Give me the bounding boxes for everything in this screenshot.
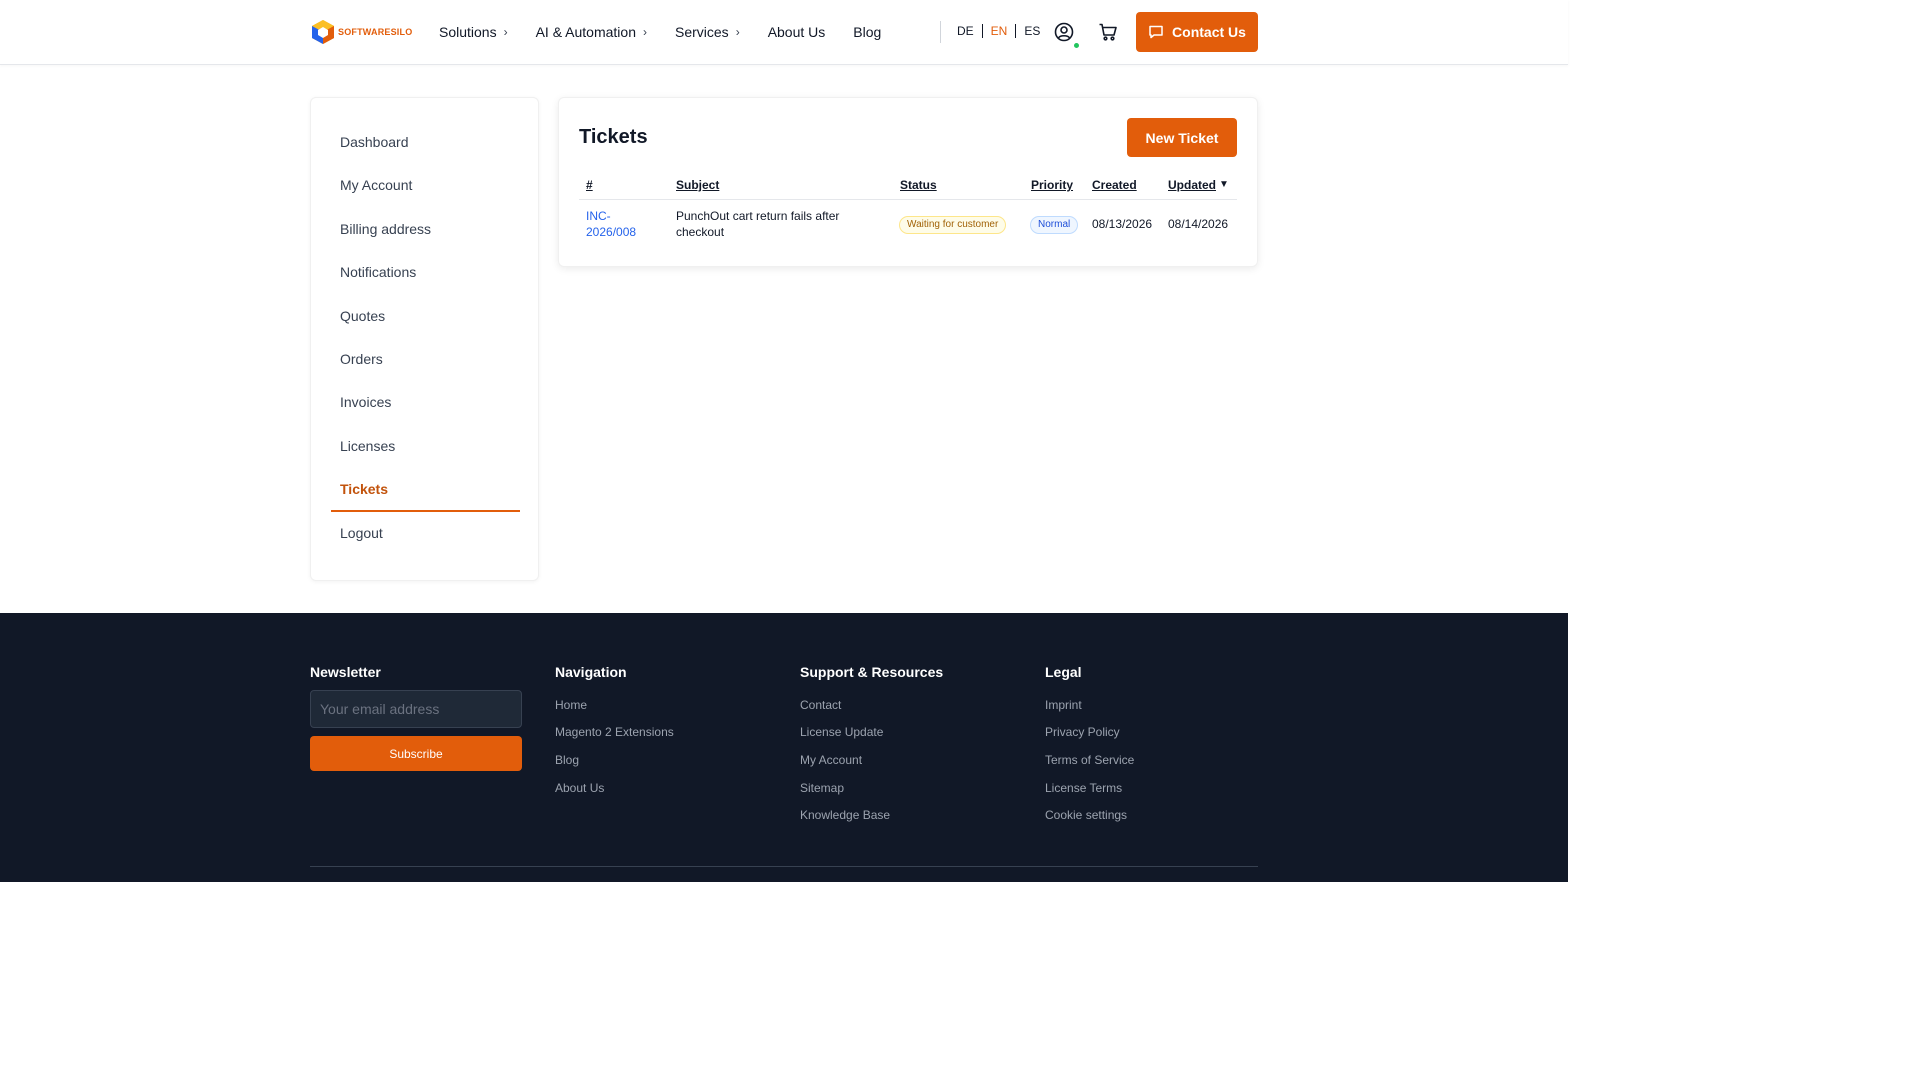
lang-separator: [981, 24, 983, 38]
logo-mark-icon: [312, 20, 334, 44]
newsletter-email-input[interactable]: [310, 690, 522, 728]
column-header-subject[interactable]: Subject: [676, 178, 719, 192]
tickets-card: Tickets New Ticket # Subject Status Prio…: [558, 97, 1258, 267]
nav-blog[interactable]: Blog: [853, 24, 881, 40]
footer-link-blog[interactable]: Blog: [555, 753, 579, 767]
nav-about-us[interactable]: About Us: [768, 24, 826, 40]
ticket-subject-line: PunchOut cart return fails after: [676, 209, 840, 223]
logo[interactable]: SOFTWARESILO: [311, 19, 412, 45]
footer-divider: [310, 866, 1258, 867]
table-header: # Subject Status Priority Created Update…: [579, 176, 1237, 200]
status-badge: Waiting for customer: [899, 216, 1007, 234]
nav-label: Blog: [853, 24, 882, 40]
footer-link-magento-extensions[interactable]: Magento 2 Extensions: [555, 725, 674, 739]
online-status-dot: [1073, 42, 1080, 49]
new-ticket-button[interactable]: New Ticket: [1127, 118, 1237, 157]
sidebar-item-notifications[interactable]: Notifications: [331, 251, 520, 294]
nav-ai-automation[interactable]: AI & Automation ›: [536, 24, 647, 40]
main-nav: Solutions › AI & Automation › Services ›…: [439, 0, 909, 64]
nav-label: Services: [675, 24, 729, 40]
table-row: INC- 2026/008 PunchOut cart return fails…: [579, 201, 1237, 247]
ticket-id-line: INC-: [586, 209, 611, 223]
footer-link-about-us[interactable]: About Us: [555, 781, 604, 795]
footer-link-my-account[interactable]: My Account: [800, 753, 862, 767]
ticket-id-line: 2026/008: [586, 225, 637, 239]
column-header-updated[interactable]: Updated: [1168, 178, 1216, 192]
column-header-number[interactable]: #: [586, 178, 593, 192]
logo-text: SOFTWARESILO: [338, 27, 413, 37]
account-sidebar: Dashboard My Account Billing address Not…: [310, 97, 539, 581]
sidebar-item-invoices[interactable]: Invoices: [331, 381, 520, 424]
footer-legal-title: Legal: [1045, 664, 1082, 680]
nav-services[interactable]: Services ›: [675, 24, 740, 40]
lang-de[interactable]: DE: [957, 24, 974, 38]
nav-label: About Us: [767, 24, 826, 40]
chevron-right-icon: ›: [643, 25, 647, 39]
sidebar-item-billing-address[interactable]: Billing address: [331, 208, 520, 251]
footer-link-imprint[interactable]: Imprint: [1045, 698, 1082, 712]
ticket-updated-date: 08/14/2026: [1168, 217, 1229, 231]
nav-divider: [940, 21, 941, 43]
chevron-right-icon: ›: [735, 25, 740, 39]
language-switcher: DE EN ES: [957, 24, 1040, 38]
ticket-id-link[interactable]: INC- 2026/008: [586, 208, 636, 240]
footer-link-cookie-settings[interactable]: Cookie settings: [1045, 808, 1127, 822]
lang-es[interactable]: ES: [1024, 24, 1040, 38]
footer-link-privacy-policy[interactable]: Privacy Policy: [1045, 725, 1120, 739]
contact-us-label: Contact Us: [1172, 24, 1246, 40]
page-title: Tickets: [579, 126, 648, 148]
contact-us-button[interactable]: Contact Us: [1136, 12, 1258, 52]
ticket-subject: PunchOut cart return fails after checkou…: [676, 208, 839, 240]
sidebar-item-dashboard[interactable]: Dashboard: [331, 121, 520, 164]
column-header-priority[interactable]: Priority: [1031, 178, 1073, 192]
footer-link-license-update[interactable]: License Update: [800, 725, 883, 739]
sidebar-item-tickets[interactable]: Tickets: [331, 468, 520, 512]
footer-link-sitemap[interactable]: Sitemap: [800, 781, 844, 795]
footer-link-license-terms[interactable]: License Terms: [1045, 781, 1122, 795]
sidebar-item-quotes[interactable]: Quotes: [331, 295, 520, 338]
nav-label: Solutions: [439, 24, 497, 40]
site-header: SOFTWARESILO Solutions › AI & Automation…: [0, 0, 1568, 65]
footer-link-knowledge-base[interactable]: Knowledge Base: [800, 808, 890, 822]
sidebar-item-orders[interactable]: Orders: [331, 338, 520, 381]
chat-bubble-icon: [1149, 25, 1163, 39]
site-footer: Newsletter Subscribe Navigation Home Mag…: [0, 613, 1568, 882]
sidebar-item-logout[interactable]: Logout: [331, 512, 520, 555]
chevron-right-icon: ›: [503, 25, 508, 39]
lang-en[interactable]: EN: [991, 24, 1008, 38]
ticket-created-date: 08/13/2026: [1092, 217, 1153, 231]
lang-separator: [1015, 24, 1017, 38]
nav-label: AI & Automation: [535, 24, 636, 40]
footer-link-terms-of-service[interactable]: Terms of Service: [1045, 753, 1134, 767]
column-header-status[interactable]: Status: [900, 178, 937, 192]
subscribe-button[interactable]: Subscribe: [310, 736, 522, 771]
user-circle-icon[interactable]: [1054, 22, 1074, 42]
sidebar-item-licenses[interactable]: Licenses: [331, 425, 520, 468]
cart-icon[interactable]: [1098, 22, 1118, 42]
nav-solutions[interactable]: Solutions ›: [439, 24, 508, 40]
footer-support-title: Support & Resources: [800, 664, 944, 680]
footer-link-contact[interactable]: Contact: [800, 698, 841, 712]
ticket-subject-line: checkout: [676, 225, 725, 239]
footer-navigation-title: Navigation: [555, 664, 627, 680]
priority-badge: Normal: [1030, 216, 1079, 234]
column-header-created[interactable]: Created: [1092, 178, 1137, 192]
footer-link-home[interactable]: Home: [555, 698, 587, 712]
footer-newsletter-title: Newsletter: [310, 664, 381, 680]
sort-desc-icon: ▼: [1219, 179, 1229, 190]
sidebar-item-my-account[interactable]: My Account: [331, 164, 520, 207]
